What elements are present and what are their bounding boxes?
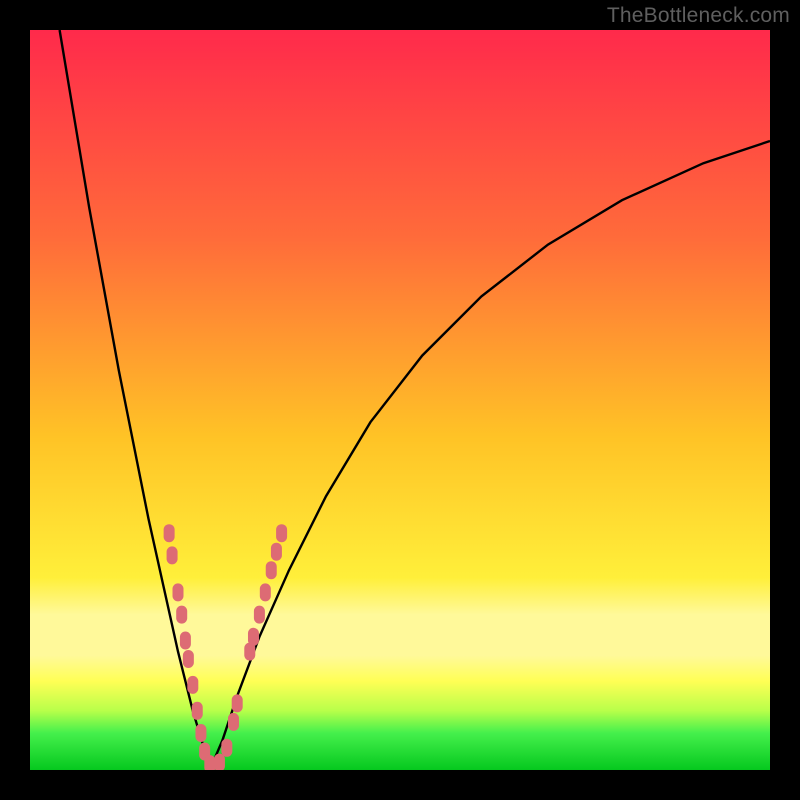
- attribution-text: TheBottleneck.com: [607, 4, 790, 28]
- scatter-point: [180, 632, 191, 650]
- scatter-point: [271, 543, 282, 561]
- scatter-point: [260, 583, 271, 601]
- scatter-point: [266, 561, 277, 579]
- scatter-point: [195, 724, 206, 742]
- scatter-point: [183, 650, 194, 668]
- scatter-point: [167, 546, 178, 564]
- scatter-point: [214, 754, 225, 770]
- scatter-point: [204, 755, 215, 770]
- scatter-point: [248, 628, 259, 646]
- scatter-point: [254, 606, 265, 624]
- scatter-point: [276, 524, 287, 542]
- scatter-point: [192, 702, 203, 720]
- scatter-point: [187, 676, 198, 694]
- scatter-point: [173, 583, 184, 601]
- chart-svg: [30, 30, 770, 770]
- chart-canvas: [30, 30, 770, 770]
- scatter-point: [164, 524, 175, 542]
- right-branch-curve: [210, 141, 770, 770]
- scatter-point: [232, 694, 243, 712]
- scatter-point: [228, 713, 239, 731]
- scatter-point: [221, 739, 232, 757]
- scatter-point: [176, 606, 187, 624]
